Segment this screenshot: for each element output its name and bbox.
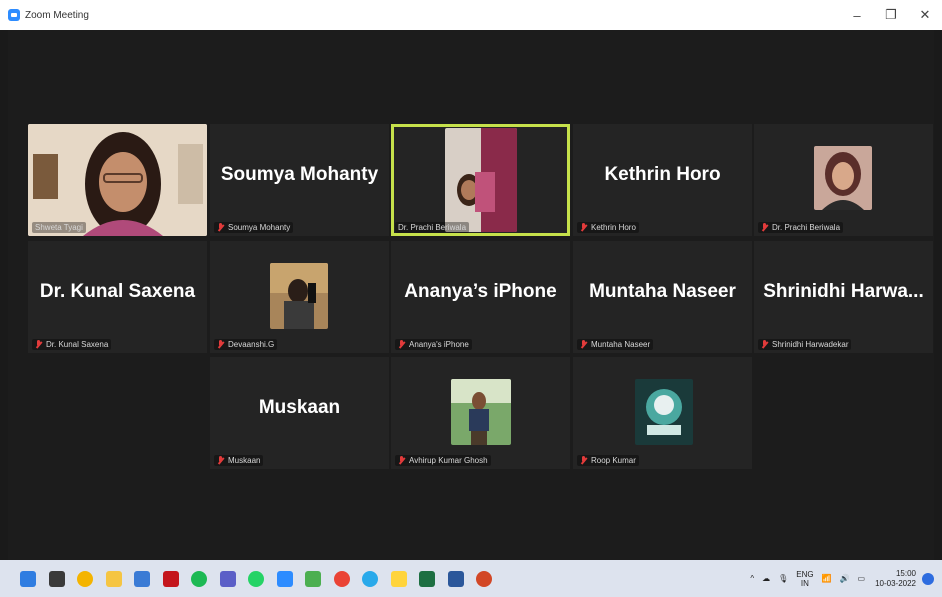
participant-tile[interactable]: Avhirup Kumar Ghosh	[391, 357, 570, 469]
chrome-canary-icon[interactable]	[77, 570, 93, 587]
window-title: Zoom Meeting	[25, 9, 89, 21]
participant-name-label: Dr. Prachi Beriwala	[758, 222, 844, 233]
mic-muted-icon	[217, 340, 224, 349]
telegram-icon[interactable]	[362, 570, 378, 587]
app-icon[interactable]	[305, 570, 321, 587]
gallery-view: Shweta Tyagi Soumya Mohanty Soumya Mohan…	[8, 30, 934, 560]
zoom-icon[interactable]	[276, 570, 293, 587]
mic-icon[interactable]: 🎙	[778, 574, 788, 583]
mic-muted-icon	[217, 223, 224, 232]
participant-tile[interactable]: Shrinidhi Harwa... Shrinidhi Harwadekar	[754, 241, 933, 353]
mic-muted-icon	[580, 223, 587, 232]
taskbar-apps	[20, 570, 505, 587]
participant-name-label: Dr. Prachi Beriwala	[395, 222, 470, 233]
notification-icon[interactable]	[922, 572, 934, 585]
chevron-up-icon[interactable]: ^	[750, 574, 754, 583]
participant-name-label: Roop Kumar	[577, 455, 639, 466]
participant-tile[interactable]: Muskaan Muskaan	[210, 357, 389, 469]
chrome-icon[interactable]	[333, 570, 350, 587]
powerpoint-icon[interactable]	[476, 570, 492, 587]
office-icon[interactable]	[134, 570, 150, 587]
participant-name-label: Muskaan	[214, 455, 264, 466]
participant-tile[interactable]: Soumya Mohanty Soumya Mohanty	[210, 124, 389, 236]
mic-muted-icon	[580, 340, 587, 349]
title-bar: Zoom Meeting – ❐ ✕	[0, 0, 942, 30]
participant-name-label: Ananya's iPhone	[395, 339, 472, 350]
task-view-icon[interactable]	[48, 570, 65, 587]
participant-tile[interactable]: Dr. Kunal Saxena Dr. Kunal Saxena	[28, 241, 207, 353]
participant-tile[interactable]: Roop Kumar	[573, 357, 752, 469]
mic-muted-icon	[398, 456, 405, 465]
participant-name-label: Devaanshi.G	[214, 339, 278, 350]
language-indicator[interactable]: ENG IN	[796, 570, 813, 588]
participant-name-label: Avhirup Kumar Ghosh	[395, 455, 491, 466]
volume-icon[interactable]: 🔊	[840, 574, 850, 583]
close-button[interactable]: ✕	[908, 0, 942, 30]
participant-tile[interactable]: Shweta Tyagi	[28, 124, 207, 236]
participant-display-name: Muntaha Naseer	[589, 281, 736, 302]
participant-display-name: Shrinidhi Harwa...	[763, 281, 924, 302]
participant-name-label: Shrinidhi Harwadekar	[758, 339, 852, 350]
system-tray: ^ ☁ 🎙 ENG IN 📶 🔊 ▭ 15:00 10-03-2022	[742, 560, 934, 597]
participant-display-name: Kethrin Horo	[604, 164, 721, 185]
netflix-icon[interactable]	[162, 570, 179, 587]
participant-avatar	[635, 379, 693, 445]
participant-display-name: Muskaan	[258, 397, 341, 418]
mic-muted-icon	[35, 340, 42, 349]
participant-display-name: Dr. Kunal Saxena	[39, 281, 196, 302]
excel-icon[interactable]	[419, 570, 435, 587]
participant-tile[interactable]: Devaanshi.G	[210, 241, 389, 353]
participant-display-name: Soumya Mohanty	[220, 164, 379, 185]
mic-muted-icon	[217, 456, 224, 465]
mic-muted-icon	[761, 340, 768, 349]
participant-name-label: Muntaha Naseer	[577, 339, 654, 350]
participant-video	[28, 124, 207, 236]
minimize-button[interactable]: –	[840, 0, 874, 30]
whatsapp-icon[interactable]	[248, 570, 264, 587]
participant-tile[interactable]: Ananya’s iPhone Ananya's iPhone	[391, 241, 570, 353]
spotify-icon[interactable]	[191, 570, 207, 587]
restore-button[interactable]: ❐	[874, 0, 908, 30]
battery-icon[interactable]: ▭	[858, 574, 866, 583]
participant-name-label: Soumya Mohanty	[214, 222, 294, 233]
mic-muted-icon	[580, 456, 587, 465]
wifi-icon[interactable]: 📶	[822, 574, 832, 583]
participant-tile[interactable]: Muntaha Naseer Muntaha Naseer	[573, 241, 752, 353]
word-icon[interactable]	[447, 570, 464, 587]
clock[interactable]: 15:00 10-03-2022	[875, 569, 916, 589]
participant-display-name: Ananya’s iPhone	[404, 281, 557, 302]
mic-muted-icon	[761, 223, 768, 232]
teams-icon[interactable]	[219, 570, 236, 587]
start-icon[interactable]	[20, 570, 36, 587]
participant-avatar	[814, 146, 872, 210]
window-controls: – ❐ ✕	[840, 0, 942, 30]
participant-tile[interactable]: Dr. Prachi Beriwala	[754, 124, 933, 236]
file-explorer-icon[interactable]	[105, 570, 122, 587]
participant-name-label: Shweta Tyagi	[32, 222, 86, 233]
cloud-icon[interactable]: ☁	[762, 574, 770, 583]
participant-avatar	[451, 379, 511, 445]
participant-video	[445, 128, 517, 232]
zoom-app-icon	[8, 9, 20, 21]
mic-muted-icon	[398, 340, 405, 349]
participant-tile[interactable]: Kethrin Horo Kethrin Horo	[573, 124, 752, 236]
sticky-notes-icon[interactable]	[390, 570, 407, 587]
participant-name-label: Dr. Kunal Saxena	[32, 339, 112, 350]
participant-tile-active-speaker[interactable]: Dr. Prachi Beriwala	[391, 124, 570, 236]
windows-taskbar: ^ ☁ 🎙 ENG IN 📶 🔊 ▭ 15:00 10-03-2022	[0, 560, 942, 597]
participant-name-label: Kethrin Horo	[577, 222, 639, 233]
participant-avatar	[270, 263, 328, 329]
